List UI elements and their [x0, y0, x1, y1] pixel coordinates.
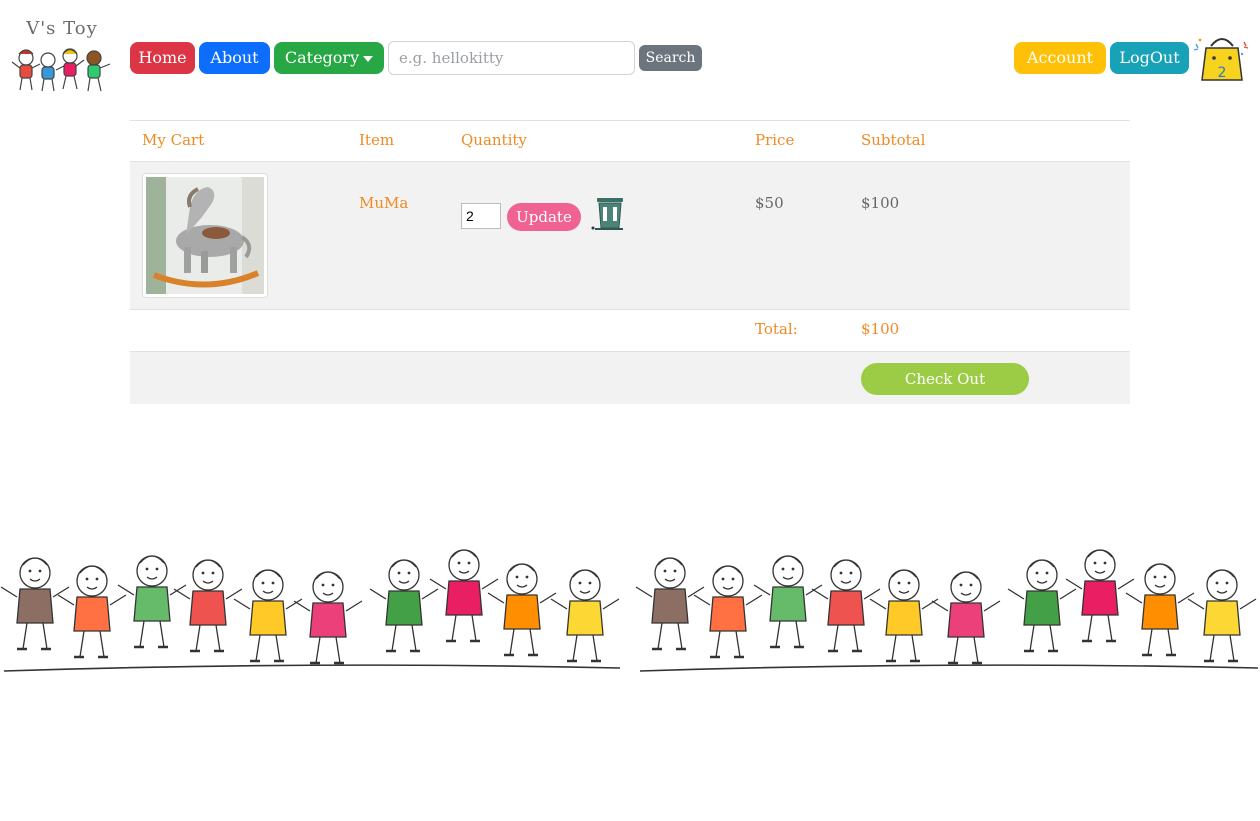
- total-label: Total:: [755, 320, 798, 338]
- brand-logo[interactable]: V's Toy: [8, 18, 116, 98]
- header-item: Item: [359, 131, 395, 149]
- product-thumbnail[interactable]: [142, 173, 268, 298]
- search-button[interactable]: Search: [639, 45, 702, 71]
- item-name[interactable]: MuMa: [359, 194, 408, 212]
- item-price: $50: [755, 194, 784, 212]
- table-row: MuMa Update $50 $100: [130, 162, 1130, 310]
- item-subtotal: $100: [861, 194, 900, 212]
- checkout-button[interactable]: Check Out: [861, 363, 1029, 395]
- total-value: $100: [861, 320, 900, 338]
- kids-banner-illustration: [0, 548, 1259, 672]
- header-quantity: Quantity: [461, 131, 527, 149]
- kids-row-right: [634, 548, 1259, 672]
- cart-count: 2: [1218, 65, 1227, 81]
- shopping-bag-icon[interactable]: 2: [1192, 34, 1250, 82]
- brand-name: V's Toy: [26, 18, 98, 39]
- kids-row-left: [0, 548, 621, 672]
- table-header: My Cart Item Quantity Price Subtotal: [130, 120, 1130, 162]
- category-dropdown[interactable]: Category: [274, 42, 384, 74]
- category-label: Category: [284, 48, 360, 67]
- about-button[interactable]: About: [199, 42, 270, 74]
- checkout-row: Check Out: [130, 352, 1130, 404]
- header-price: Price: [755, 131, 795, 149]
- rocking-horse-image: [146, 177, 264, 294]
- header-my-cart: My Cart: [142, 131, 205, 149]
- caret-down-icon: [363, 55, 374, 62]
- logout-button[interactable]: LogOut: [1110, 42, 1189, 74]
- header-subtotal: Subtotal: [861, 131, 926, 149]
- update-button[interactable]: Update: [507, 203, 581, 231]
- home-button[interactable]: Home: [130, 42, 195, 74]
- account-button[interactable]: Account: [1014, 42, 1106, 74]
- quantity-input[interactable]: [461, 203, 501, 229]
- trash-icon[interactable]: [587, 196, 627, 232]
- kids-logo-icon: [11, 48, 111, 92]
- search-input[interactable]: [388, 41, 635, 75]
- total-row: Total: $100: [130, 310, 1130, 352]
